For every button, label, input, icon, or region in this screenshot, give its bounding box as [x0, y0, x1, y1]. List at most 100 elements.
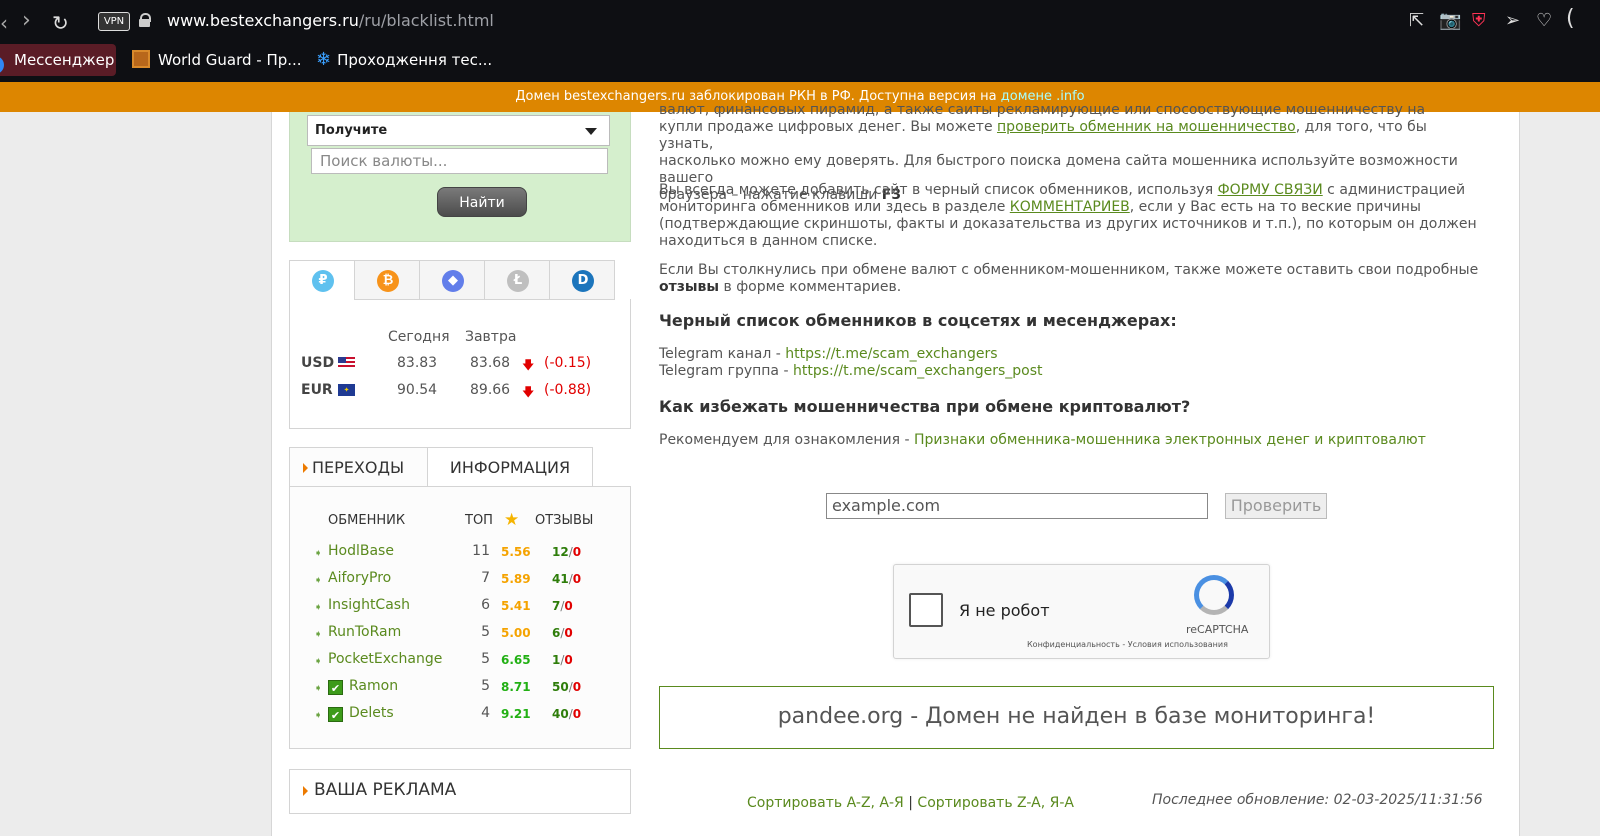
rating-score: 5.89: [501, 572, 531, 586]
rouble-coin-icon: ₽: [312, 270, 334, 292]
reviews-count: 6/0: [552, 626, 573, 640]
verified-check-icon: ✔: [328, 707, 343, 722]
rate-tab-0[interactable]: ₽: [289, 260, 355, 300]
receive-select[interactable]: Получите: [307, 115, 610, 146]
col-reviews: ОТЗЫВЫ: [535, 513, 594, 528]
captcha-brand: reCAPTCHA: [1186, 623, 1249, 636]
shield-icon[interactable]: ⛨: [1472, 10, 1486, 31]
banner-link[interactable]: домене .info: [1001, 89, 1085, 104]
rate-tab-1[interactable]: ₿: [354, 260, 420, 300]
rating-score: 5.00: [501, 626, 531, 640]
reload-icon[interactable]: ↻: [52, 11, 69, 35]
camera-icon[interactable]: 📷: [1439, 10, 1461, 31]
captcha-label: Я не робот: [959, 601, 1050, 620]
share-icon[interactable]: ⇱: [1409, 10, 1424, 31]
comments-link[interactable]: КОММЕНТАРИЕВ: [1010, 199, 1130, 215]
exchanger-row[interactable]: ➧ HodlBase 11 5.56 12/0: [290, 543, 630, 569]
rate-tomorrow: 89.66: [470, 382, 511, 398]
heart-icon[interactable]: ♡: [1536, 10, 1552, 31]
rating-score: 5.56: [501, 545, 531, 559]
captcha-footer[interactable]: Конфиденциальность - Условия использован…: [1027, 640, 1228, 649]
tab-label: ПЕРЕХОДЫ: [312, 458, 405, 477]
heading-social: Черный список обменников в соцсетях и ме…: [659, 311, 1177, 330]
banner-text: Домен bestexchangers.ru заблокирован РКН…: [515, 89, 997, 104]
check-button[interactable]: Проверить: [1225, 493, 1327, 519]
exchanger-row[interactable]: ➧ ✔ Delets 4 9.21 40/0: [290, 705, 630, 731]
tab-transitions[interactable]: ПЕРЕХОДЫ: [289, 447, 428, 487]
sort-az-link[interactable]: Сортировать A-Z, А-Я: [747, 795, 904, 811]
text: купли продаже цифровых денег. Вы можете: [659, 119, 993, 135]
tomorrow-header: Завтра: [465, 329, 517, 345]
rate-tab-3[interactable]: Ł: [484, 260, 550, 300]
top-count: 7: [481, 570, 490, 586]
reviews-positive: 41: [552, 572, 569, 586]
rate-tab-4[interactable]: D: [549, 260, 615, 300]
reviews-positive: 12: [552, 545, 569, 559]
text: Если Вы столкнулись при обмене валют с о…: [659, 262, 1479, 278]
send-icon[interactable]: ➢: [1505, 10, 1520, 31]
rating-score: 8.71: [501, 680, 531, 694]
exchanger-link[interactable]: ✔ Ramon: [328, 678, 398, 695]
bookmark-messenger[interactable]: « Мессенджер: [0, 44, 116, 76]
exchanger-row[interactable]: ➧ RunToRam 5 5.00 6/0: [290, 624, 630, 650]
telegram-group-link[interactable]: https://t.me/scam_exchangers_post: [793, 363, 1043, 379]
exchanger-name: HodlBase: [328, 543, 394, 559]
exchanger-link[interactable]: InsightCash: [328, 597, 410, 613]
tab-information[interactable]: ИНФОРМАЦИЯ: [427, 447, 593, 487]
down-arrow-icon: 🡇: [522, 358, 535, 372]
top-count: 6: [481, 597, 490, 613]
find-button[interactable]: Найти: [437, 187, 527, 217]
us-flag-icon: [338, 357, 355, 369]
exchanger-link[interactable]: ✔ Delets: [328, 705, 394, 722]
domain-check-input[interactable]: example.com: [826, 493, 1208, 519]
menu-edge-icon[interactable]: (: [1566, 6, 1575, 31]
rate-tab-2[interactable]: ◆: [419, 260, 485, 300]
exchanger-row[interactable]: ➧ ✔ Ramon 5 8.71 50/0: [290, 678, 630, 704]
bullet-icon: ➧: [314, 575, 323, 586]
currency-search-input[interactable]: Поиск валюты...: [311, 148, 608, 174]
reviews-negative: 0: [564, 653, 573, 667]
telegram-channel-link[interactable]: https://t.me/scam_exchangers: [785, 346, 997, 362]
sort-za-link[interactable]: Сортировать Z-A, Я-А: [917, 795, 1074, 811]
rate-tomorrow: 83.68: [470, 355, 511, 371]
bullet-icon: ➧: [314, 629, 323, 640]
address-bar[interactable]: www.bestexchangers.ru/ru/blacklist.html: [167, 11, 494, 30]
check-exchanger-link[interactable]: проверить обменник на мошенничество: [997, 119, 1296, 135]
page-content: Получите Поиск валюты... Найти ₽ ₿ ◆ Ł D Сег…: [271, 106, 1520, 836]
exchanger-link[interactable]: RunToRam: [328, 624, 401, 640]
reviews-count: 12/0: [552, 545, 581, 559]
exchanger-link[interactable]: PocketExchange: [328, 651, 442, 667]
exchanger-link[interactable]: HodlBase: [328, 543, 394, 559]
vpn-badge[interactable]: VPN: [98, 12, 130, 31]
exchanger-row[interactable]: ➧ PocketExchange 5 6.65 1/0: [290, 651, 630, 677]
captcha-checkbox[interactable]: [909, 593, 943, 627]
text: Telegram группа -: [659, 363, 789, 379]
recommend-line: Рекомендуем для ознакомления - Признаки …: [659, 432, 1479, 449]
col-exchanger: ОБМЕННИК: [328, 513, 406, 528]
exchanger-row[interactable]: ➧ AiforyPro 7 5.89 41/0: [290, 570, 630, 596]
browser-chrome: ‹ › ↻ VPN www.bestexchangers.ru/ru/black…: [0, 0, 1600, 82]
rate-change: (-0.15): [544, 355, 592, 371]
lock-icon[interactable]: [139, 13, 151, 27]
bookmark-world-guard[interactable]: World Guard - Пр...: [128, 44, 302, 76]
rate-today: 83.83: [397, 355, 438, 371]
exchanger-link[interactable]: AiforyPro: [328, 570, 391, 586]
contact-form-link[interactable]: ФОРМУ СВЯЗИ: [1218, 182, 1323, 198]
reviews-negative: 0: [572, 707, 582, 721]
exchanger-name: Delets: [349, 705, 394, 721]
back-icon[interactable]: ‹: [0, 11, 8, 35]
currency-code: EUR: [301, 382, 333, 398]
litecoin-icon: Ł: [507, 270, 529, 292]
dash-icon: D: [572, 270, 594, 292]
creeper-icon: [132, 50, 150, 68]
sort-separator: |: [908, 795, 913, 811]
scam-signs-link[interactable]: Признаки обменника-мошенника электронных…: [914, 432, 1426, 448]
reviews-negative: 0: [572, 680, 582, 694]
top-count: 11: [472, 543, 490, 559]
exchanger-name: InsightCash: [328, 597, 410, 613]
bookmark-test[interactable]: ❄ Проходження тес...: [312, 44, 492, 76]
exchanger-row[interactable]: ➧ InsightCash 6 5.41 7/0: [290, 597, 630, 623]
forward-icon[interactable]: ›: [22, 8, 31, 33]
exchanger-name: Ramon: [349, 678, 399, 694]
rating-score: 5.41: [501, 599, 531, 613]
